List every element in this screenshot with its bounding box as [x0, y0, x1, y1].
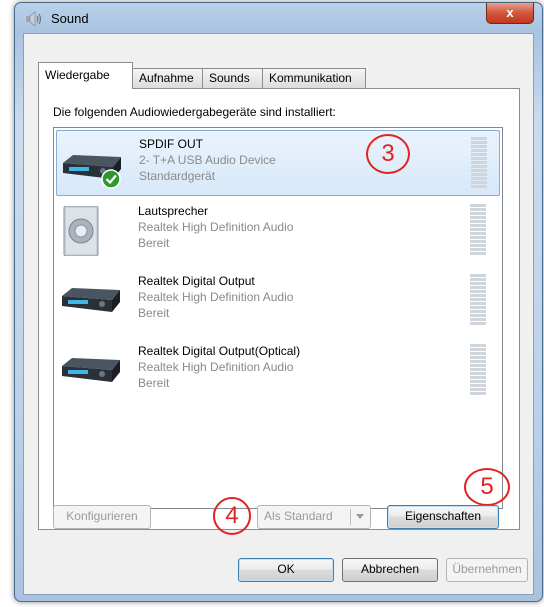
title-bar[interactable]: Sound x	[15, 3, 542, 33]
configure-button[interactable]: Konfigurieren	[53, 505, 151, 529]
dialog-client: Wiedergabe Aufnahme Sounds Kommunikation…	[23, 33, 534, 595]
device-description: 2- T+A USB Audio Device	[139, 153, 276, 167]
device-status: Bereit	[138, 306, 170, 320]
close-button[interactable]: x	[486, 3, 534, 24]
device-row-spdif-out[interactable]: SPDIF OUT 2- T+A USB Audio Device Standa…	[56, 130, 500, 196]
dropdown-arrow-icon[interactable]	[356, 514, 364, 519]
window-title: Sound	[51, 11, 89, 26]
volume-meter	[470, 344, 486, 396]
ok-button[interactable]: OK	[238, 558, 334, 582]
device-list[interactable]: SPDIF OUT 2- T+A USB Audio Device Standa…	[53, 127, 510, 509]
split-separator	[350, 509, 351, 525]
device-text: Realtek Digital Output(Optical) Realtek …	[138, 343, 300, 391]
device-description: Realtek High Definition Audio	[138, 360, 294, 374]
annotation-3: 3	[366, 134, 410, 174]
volume-meter	[470, 204, 486, 256]
cancel-button[interactable]: Abbrechen	[342, 558, 438, 582]
device-row-realtek-digital-output[interactable]: Realtek Digital Output Realtek High Defi…	[56, 268, 498, 332]
device-row-realtek-digital-output-optical[interactable]: Realtek Digital Output(Optical) Realtek …	[56, 338, 498, 402]
device-description: Realtek High Definition Audio	[138, 290, 294, 304]
tab-kommunikation[interactable]: Kommunikation	[262, 68, 366, 88]
close-icon: x	[506, 5, 514, 20]
device-text: SPDIF OUT 2- T+A USB Audio Device Standa…	[139, 136, 276, 184]
playback-panel: Die folgenden Audiowiedergabegeräte sind…	[38, 88, 520, 535]
device-text: Realtek Digital Output Realtek High Defi…	[138, 273, 293, 321]
properties-button[interactable]: Eigenschaften	[387, 505, 499, 529]
instruction-text: Die folgenden Audiowiedergabegeräte sind…	[53, 105, 336, 119]
apply-button[interactable]: Übernehmen	[446, 558, 528, 582]
tab-wiedergabe[interactable]: Wiedergabe	[38, 62, 133, 89]
volume-meter	[470, 274, 486, 326]
device-name: Lautsprecher	[138, 204, 209, 218]
speaker-icon	[63, 206, 99, 256]
annotation-5: 5	[464, 468, 510, 506]
tab-sounds[interactable]: Sounds	[202, 68, 263, 88]
volume-meter	[471, 137, 487, 189]
device-status: Standardgerät	[139, 169, 216, 183]
sound-dialog: Sound x Wiedergabe Aufnahme Sounds Kommu…	[14, 2, 543, 602]
device-name: SPDIF OUT	[139, 137, 204, 151]
device-name: Realtek Digital Output	[138, 274, 255, 288]
default-check-icon	[101, 169, 121, 189]
audio-receiver-icon	[62, 358, 120, 382]
device-status: Bereit	[138, 236, 170, 250]
device-text: Lautsprecher Realtek High Definition Aud…	[138, 203, 293, 251]
device-description: Realtek High Definition Audio	[138, 220, 294, 234]
device-row-lautsprecher[interactable]: Lautsprecher Realtek High Definition Aud…	[56, 198, 498, 262]
annotation-4: 4	[213, 497, 251, 535]
set-default-split-button[interactable]: Als Standard	[257, 505, 371, 529]
tab-aufnahme[interactable]: Aufnahme	[132, 68, 203, 88]
audio-receiver-icon	[63, 155, 121, 189]
sound-app-icon	[26, 11, 42, 27]
device-status: Bereit	[138, 376, 170, 390]
set-default-label: Als Standard	[264, 509, 333, 523]
device-name: Realtek Digital Output(Optical)	[138, 344, 301, 358]
audio-receiver-icon	[62, 288, 120, 312]
